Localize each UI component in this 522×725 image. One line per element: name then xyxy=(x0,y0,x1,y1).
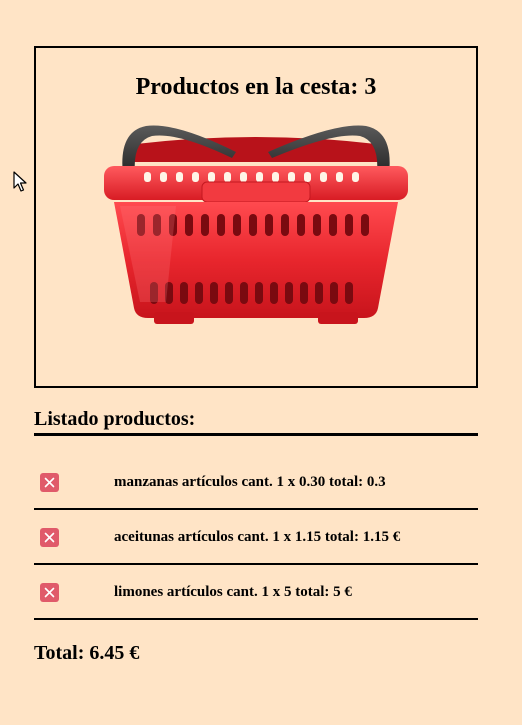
product-row: manzanas artículos cant. 1 x 0.30 total:… xyxy=(34,455,478,510)
remove-item-button[interactable] xyxy=(40,528,59,547)
product-row: aceitunas artículos cant. 1 x 1.15 total… xyxy=(34,510,478,565)
product-description: aceitunas artículos cant. 1 x 1.15 total… xyxy=(114,529,401,545)
product-description: limones artículos cant. 1 x 5 total: 5 € xyxy=(114,584,352,600)
remove-item-button[interactable] xyxy=(40,583,59,602)
close-icon xyxy=(44,587,55,598)
close-icon xyxy=(44,477,55,488)
product-description: manzanas artículos cant. 1 x 0.30 total:… xyxy=(114,474,386,490)
shopping-basket-icon xyxy=(104,125,408,324)
product-row: limones artículos cant. 1 x 5 total: 5 € xyxy=(34,565,478,620)
cart-total: Total: 6.45 € xyxy=(34,642,140,664)
close-icon xyxy=(44,532,55,543)
product-list: manzanas artículos cant. 1 x 0.30 total:… xyxy=(34,455,478,620)
page: Productos en la cesta: 3 Listado product… xyxy=(0,0,522,725)
mouse-pointer-icon xyxy=(13,171,27,192)
basket-count-title: Productos en la cesta: 3 xyxy=(135,74,377,100)
basket-panel: Productos en la cesta: 3 xyxy=(34,46,478,388)
remove-item-button[interactable] xyxy=(40,473,59,492)
product-list-heading: Listado productos: xyxy=(34,407,478,436)
